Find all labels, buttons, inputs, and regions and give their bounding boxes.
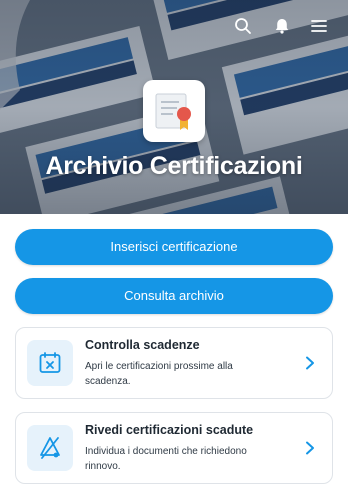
app-logo (143, 80, 205, 142)
chevron-right-icon[interactable] (304, 356, 316, 370)
bell-icon[interactable] (272, 16, 292, 36)
certificate-icon (155, 93, 191, 130)
chevron-right-icon[interactable] (304, 441, 316, 455)
card-title: Rivedi certificazioni scadute (85, 423, 254, 437)
card-icon-tile (27, 340, 73, 386)
menu-icon[interactable] (309, 16, 329, 36)
expired-tag-icon (40, 437, 60, 459)
card-icon-tile (27, 425, 73, 471)
card-title: Controlla scadenze (85, 338, 200, 352)
card-check-deadlines[interactable]: Controlla scadenze Apri le certificazion… (15, 327, 333, 399)
card-description: Apri le certificazioni prossime alla sca… (85, 361, 233, 387)
search-icon[interactable] (233, 16, 253, 36)
calendar-x-icon (39, 352, 61, 373)
insert-certification-button[interactable]: Inserisci certificazione (15, 229, 333, 265)
card-description: Individua i documenti che richiedono rin… (85, 446, 247, 472)
hero-banner: Archivio Certificazioni (0, 0, 348, 214)
page-title: Archivio Certificazioni (45, 152, 303, 180)
browse-archive-button[interactable]: Consulta archivio (15, 278, 333, 314)
card-review-expired[interactable]: Rivedi certificazioni scadute Individua … (15, 412, 333, 484)
